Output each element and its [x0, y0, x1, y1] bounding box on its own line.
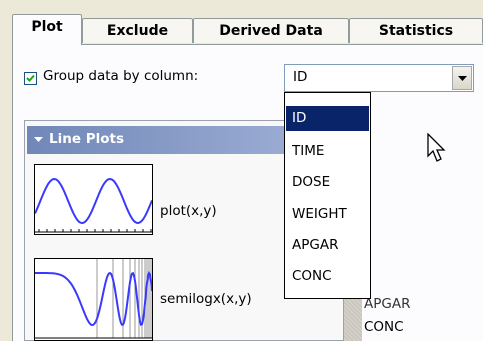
tab-exclude[interactable]: Exclude [82, 18, 193, 43]
chevron-down-icon [458, 76, 467, 81]
dropdown-option[interactable]: DOSE [286, 170, 369, 195]
plot-thumbnail[interactable] [34, 164, 153, 235]
list-item[interactable]: CONC [364, 319, 404, 335]
group-column-dropdown: ID TIME DOSE WEIGHT APGAR CONC [284, 92, 371, 299]
checkmark-icon [26, 74, 35, 82]
dropdown-option[interactable]: CONC [286, 264, 369, 289]
sine-plot-thumbnail-icon [34, 177, 153, 233]
dropdown-button[interactable] [452, 66, 472, 90]
mouse-cursor-icon [427, 133, 446, 162]
group-data-checkbox[interactable] [24, 72, 37, 85]
semilogx-plot-thumbnail-icon [35, 259, 153, 339]
collapse-arrow-icon [34, 137, 43, 142]
plot-thumbnail-label[interactable]: plot(x,y) [160, 203, 217, 219]
semilogx-thumbnail-label[interactable]: semilogx(x,y) [160, 291, 252, 307]
tab-statistics-label: Statistics [378, 23, 454, 39]
tab-plot[interactable]: Plot [12, 14, 82, 45]
dropdown-option[interactable]: WEIGHT [286, 202, 369, 227]
group-data-label[interactable]: Group data by column: [43, 68, 198, 84]
tab-derived-data[interactable]: Derived Data [193, 18, 349, 43]
tab-strip: Plot Exclude Derived Data Statistics [12, 14, 483, 45]
dropdown-option[interactable]: ID [286, 106, 369, 131]
group-column-value: ID [293, 69, 308, 85]
tab-statistics[interactable]: Statistics [349, 18, 483, 43]
line-plots-title: Line Plots [49, 131, 124, 147]
dropdown-option[interactable]: APGAR [286, 233, 369, 258]
plot-panel: Plot Exclude Derived Data Statistics Gro… [0, 0, 483, 341]
tab-plot-label: Plot [31, 19, 63, 35]
group-column-select[interactable]: ID [284, 64, 474, 92]
line-plots-header[interactable]: Line Plots [27, 126, 327, 154]
tab-derived-data-label: Derived Data [219, 23, 323, 39]
semilogx-thumbnail[interactable] [34, 258, 153, 341]
dropdown-option[interactable]: TIME [286, 139, 369, 164]
tab-exclude-label: Exclude [106, 23, 169, 39]
